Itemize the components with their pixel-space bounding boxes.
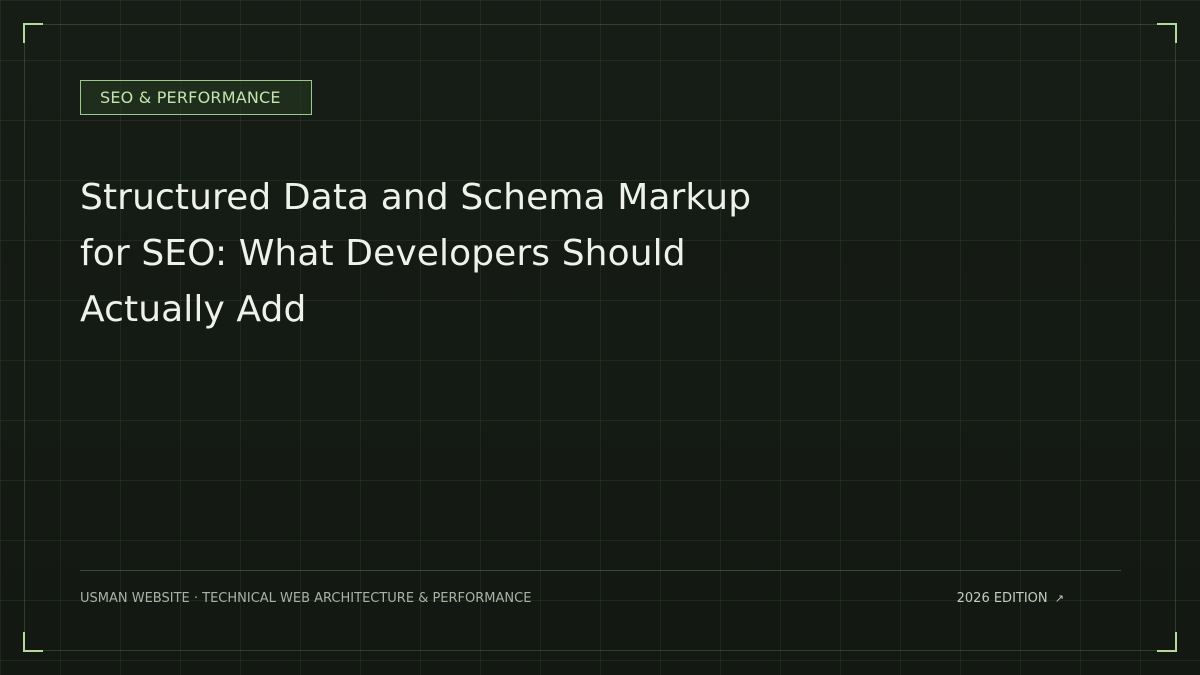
category-badge: SEO & PERFORMANCE — [80, 80, 312, 115]
corner-bracket-bottom-right — [1157, 632, 1177, 652]
cover-card: SEO & PERFORMANCE Structured Data and Sc… — [0, 0, 1200, 675]
site-credit: USMAN WEBSITE · TECHNICAL WEB ARCHITECTU… — [80, 591, 532, 606]
arrow-up-right-icon: ↗ — [1054, 592, 1064, 605]
article-title: Structured Data and Schema Markup for SE… — [80, 177, 752, 330]
corner-bracket-top-right — [1157, 23, 1177, 43]
footer-divider — [80, 570, 1121, 571]
corner-bracket-top-left — [23, 23, 43, 43]
corner-bracket-bottom-left — [23, 632, 43, 652]
edition-label: 2026 EDITION ↗ — [957, 590, 1064, 608]
edition-text: 2026 EDITION — [956, 591, 1048, 606]
